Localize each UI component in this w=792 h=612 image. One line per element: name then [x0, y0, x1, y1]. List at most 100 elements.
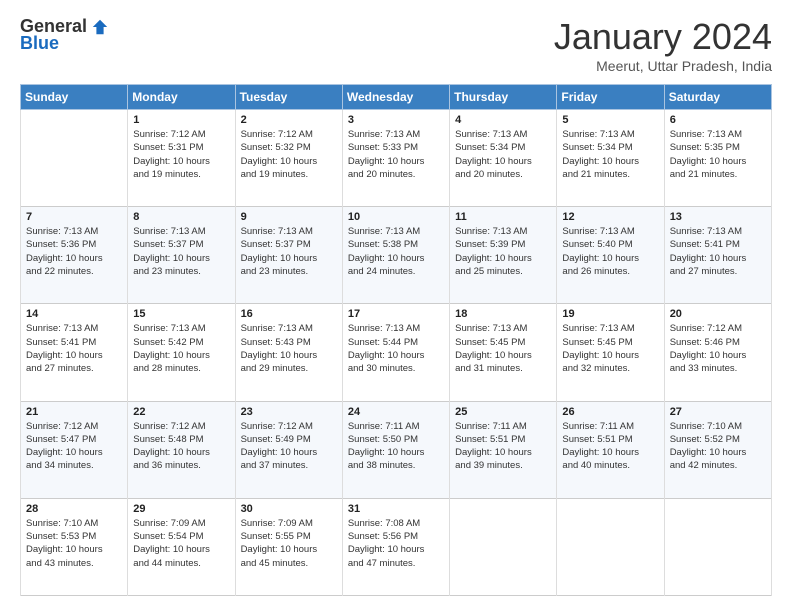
weekday-row: SundayMondayTuesdayWednesdayThursdayFrid… [21, 85, 772, 110]
day-number: 18 [455, 308, 551, 320]
calendar-week-row: 28Sunrise: 7:10 AMSunset: 5:53 PMDayligh… [21, 498, 772, 595]
day-number: 31 [348, 503, 444, 515]
day-number: 6 [670, 114, 766, 126]
day-number: 23 [241, 406, 337, 418]
day-info: Sunrise: 7:12 AMSunset: 5:48 PMDaylight:… [133, 420, 229, 473]
day-number: 7 [26, 211, 122, 223]
day-info: Sunrise: 7:09 AMSunset: 5:55 PMDaylight:… [241, 517, 337, 570]
calendar-cell: 16Sunrise: 7:13 AMSunset: 5:43 PMDayligh… [235, 304, 342, 401]
weekday-header: Thursday [450, 85, 557, 110]
day-info: Sunrise: 7:13 AMSunset: 5:45 PMDaylight:… [562, 322, 658, 375]
day-number: 2 [241, 114, 337, 126]
day-info: Sunrise: 7:13 AMSunset: 5:34 PMDaylight:… [562, 128, 658, 181]
day-number: 9 [241, 211, 337, 223]
calendar-cell: 17 Sunrise: 7:13 AMSunset: 5:44 PMDayligh… [342, 304, 449, 401]
calendar-cell: 26 Sunrise: 7:11 AMSunset: 5:51 PMDayligh… [557, 401, 664, 498]
day-number: 8 [133, 211, 229, 223]
day-info: Sunrise: 7:13 AMSunset: 5:33 PMDaylight:… [348, 128, 444, 181]
calendar-cell: 30 Sunrise: 7:09 AMSunset: 5:55 PMDayligh… [235, 498, 342, 595]
calendar-cell: 2 Sunrise: 7:12 AMSunset: 5:32 PMDaylight… [235, 110, 342, 207]
day-info: Sunrise: 7:13 AMSunset: 5:39 PMDaylight:… [455, 225, 551, 278]
calendar-cell: 3 Sunrise: 7:13 AMSunset: 5:33 PMDaylight… [342, 110, 449, 207]
calendar-cell [21, 110, 128, 207]
day-info: Sunrise: 7:08 AMSunset: 5:56 PMDaylight:… [348, 517, 444, 570]
day-info: Sunrise: 7:10 AMSunset: 5:53 PMDaylight:… [26, 517, 122, 570]
day-number: 3 [348, 114, 444, 126]
calendar-table: SundayMondayTuesdayWednesdayThursdayFrid… [20, 84, 772, 596]
calendar-cell: 8 Sunrise: 7:13 AMSunset: 5:37 PMDaylight… [128, 207, 235, 304]
day-info: Sunrise: 7:13 AMSunset: 5:37 PMDaylight:… [133, 225, 229, 278]
day-number: 17 [348, 308, 444, 320]
calendar-cell: 9 Sunrise: 7:13 AMSunset: 5:37 PMDaylight… [235, 207, 342, 304]
calendar-cell: 25 Sunrise: 7:11 AMSunset: 5:51 PMDayligh… [450, 401, 557, 498]
day-number: 5 [562, 114, 658, 126]
calendar-body: 1Sunrise: 7:12 AMSunset: 5:31 PMDaylight… [21, 110, 772, 596]
day-number: 11 [455, 211, 551, 223]
day-info: Sunrise: 7:13 AMSunset: 5:37 PMDaylight:… [241, 225, 337, 278]
calendar-cell: 24 Sunrise: 7:11 AMSunset: 5:50 PMDayligh… [342, 401, 449, 498]
day-info: Sunrise: 7:13 AMSunset: 5:44 PMDaylight:… [348, 322, 444, 375]
calendar-week-row: 7Sunrise: 7:13 AMSunset: 5:36 PMDaylight… [21, 207, 772, 304]
title-section: January 2024 Meerut, Uttar Pradesh, Indi… [554, 16, 772, 74]
day-info: Sunrise: 7:12 AMSunset: 5:49 PMDaylight:… [241, 420, 337, 473]
day-info: Sunrise: 7:11 AMSunset: 5:50 PMDaylight:… [348, 420, 444, 473]
day-number: 16 [241, 308, 337, 320]
calendar-cell: 5 Sunrise: 7:13 AMSunset: 5:34 PMDaylight… [557, 110, 664, 207]
day-info: Sunrise: 7:12 AMSunset: 5:46 PMDaylight:… [670, 322, 766, 375]
calendar-week-row: 21 Sunrise: 7:12 AMSunset: 5:47 PMDayligh… [21, 401, 772, 498]
calendar-cell: 20 Sunrise: 7:12 AMSunset: 5:46 PMDayligh… [664, 304, 771, 401]
calendar-cell: 7Sunrise: 7:13 AMSunset: 5:36 PMDaylight… [21, 207, 128, 304]
weekday-header: Wednesday [342, 85, 449, 110]
weekday-header: Monday [128, 85, 235, 110]
day-info: Sunrise: 7:13 AMSunset: 5:35 PMDaylight:… [670, 128, 766, 181]
day-number: 26 [562, 406, 658, 418]
day-number: 25 [455, 406, 551, 418]
day-number: 29 [133, 503, 229, 515]
day-info: Sunrise: 7:10 AMSunset: 5:52 PMDaylight:… [670, 420, 766, 473]
day-number: 14 [26, 308, 122, 320]
calendar-cell: 6 Sunrise: 7:13 AMSunset: 5:35 PMDaylight… [664, 110, 771, 207]
calendar-header: SundayMondayTuesdayWednesdayThursdayFrid… [21, 85, 772, 110]
calendar-cell: 10 Sunrise: 7:13 AMSunset: 5:38 PMDayligh… [342, 207, 449, 304]
weekday-header: Sunday [21, 85, 128, 110]
day-number: 13 [670, 211, 766, 223]
day-info: Sunrise: 7:13 AMSunset: 5:41 PMDaylight:… [26, 322, 122, 375]
day-number: 24 [348, 406, 444, 418]
day-info: Sunrise: 7:13 AMSunset: 5:40 PMDaylight:… [562, 225, 658, 278]
weekday-header: Saturday [664, 85, 771, 110]
day-number: 30 [241, 503, 337, 515]
day-info: Sunrise: 7:13 AMSunset: 5:38 PMDaylight:… [348, 225, 444, 278]
day-info: Sunrise: 7:13 AMSunset: 5:45 PMDaylight:… [455, 322, 551, 375]
day-info: Sunrise: 7:12 AMSunset: 5:31 PMDaylight:… [133, 128, 229, 181]
page: General Blue January 2024 Meerut, Uttar … [0, 0, 792, 612]
calendar-cell: 4 Sunrise: 7:13 AMSunset: 5:34 PMDaylight… [450, 110, 557, 207]
day-info: Sunrise: 7:11 AMSunset: 5:51 PMDaylight:… [455, 420, 551, 473]
day-number: 10 [348, 211, 444, 223]
day-number: 20 [670, 308, 766, 320]
calendar-cell [664, 498, 771, 595]
calendar-cell: 27 Sunrise: 7:10 AMSunset: 5:52 PMDayligh… [664, 401, 771, 498]
calendar-cell: 12Sunrise: 7:13 AMSunset: 5:40 PMDayligh… [557, 207, 664, 304]
day-number: 27 [670, 406, 766, 418]
weekday-header: Tuesday [235, 85, 342, 110]
calendar-cell: 13 Sunrise: 7:13 AMSunset: 5:41 PMDayligh… [664, 207, 771, 304]
calendar-week-row: 1Sunrise: 7:12 AMSunset: 5:31 PMDaylight… [21, 110, 772, 207]
location: Meerut, Uttar Pradesh, India [554, 58, 772, 74]
calendar-week-row: 14 Sunrise: 7:13 AMSunset: 5:41 PMDayligh… [21, 304, 772, 401]
day-info: Sunrise: 7:13 AMSunset: 5:34 PMDaylight:… [455, 128, 551, 181]
day-info: Sunrise: 7:09 AMSunset: 5:54 PMDaylight:… [133, 517, 229, 570]
day-number: 22 [133, 406, 229, 418]
day-number: 4 [455, 114, 551, 126]
day-info: Sunrise: 7:13 AMSunset: 5:41 PMDaylight:… [670, 225, 766, 278]
month-title: January 2024 [554, 16, 772, 58]
calendar-cell: 1Sunrise: 7:12 AMSunset: 5:31 PMDaylight… [128, 110, 235, 207]
day-info: Sunrise: 7:12 AMSunset: 5:47 PMDaylight:… [26, 420, 122, 473]
calendar-cell [450, 498, 557, 595]
calendar-cell: 18 Sunrise: 7:13 AMSunset: 5:45 PMDayligh… [450, 304, 557, 401]
calendar-cell: 19Sunrise: 7:13 AMSunset: 5:45 PMDayligh… [557, 304, 664, 401]
day-info: Sunrise: 7:12 AMSunset: 5:32 PMDaylight:… [241, 128, 337, 181]
day-number: 21 [26, 406, 122, 418]
calendar-cell: 28Sunrise: 7:10 AMSunset: 5:53 PMDayligh… [21, 498, 128, 595]
day-info: Sunrise: 7:11 AMSunset: 5:51 PMDaylight:… [562, 420, 658, 473]
logo-blue: Blue [20, 33, 59, 54]
